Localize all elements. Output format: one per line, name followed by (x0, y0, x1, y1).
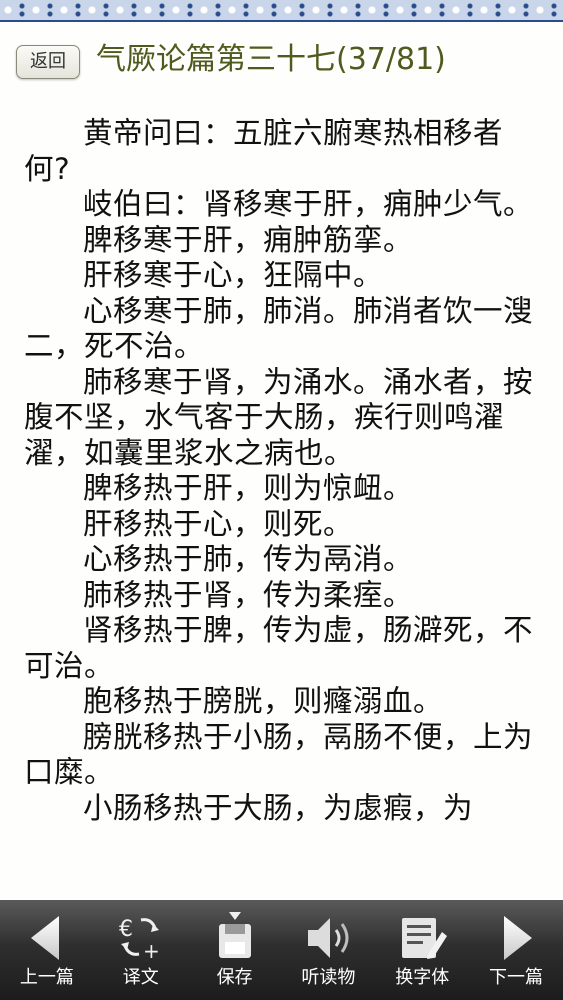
paragraph: 肝移热于心，则死。 (83, 506, 354, 541)
font-edit-icon (402, 918, 448, 959)
page-title: 气厥论篇第三十七(37/81) (96, 42, 446, 77)
change-font-button[interactable]: 换字体 (375, 900, 469, 1000)
translate-icon: € + (119, 917, 160, 963)
prev-article-label: 上一篇 (19, 967, 74, 988)
back-button[interactable]: 返回 (16, 45, 80, 79)
svg-text:+: + (143, 939, 160, 963)
speaker-icon (308, 918, 349, 958)
paragraph: 胞移热于膀胱，则癃溺血。 (83, 684, 444, 718)
article-content[interactable]: 黄帝问曰：五脏六腑寒热相移者何? 岐伯曰：肾移寒于肝，痈肿少气。 脾移寒于肝，痈… (24, 116, 538, 873)
listen-label: 听读物 (301, 967, 356, 988)
paragraph: 肾移热于脾，传为虚，肠澼死，不可治。 (24, 613, 534, 683)
svg-text:€: € (119, 917, 133, 942)
bottom-toolbar: 上一篇 € + 译文 保存 听读物 换字体 下一篇 (0, 900, 563, 1000)
paragraph: 心移热于肺，传为鬲消。 (83, 542, 414, 576)
paragraph: 黄帝问曰：五脏六腑寒热相移者何? (24, 116, 504, 186)
paragraph: 小肠移热于大肠，为虙瘕，为 (83, 790, 474, 825)
paragraph: 脾移热于肝，则为惊衄。 (83, 471, 414, 505)
decorative-banner (0, 0, 563, 22)
translate-button[interactable]: € + 译文 (94, 900, 188, 1000)
listen-button[interactable]: 听读物 (281, 900, 375, 1000)
prev-article-button[interactable]: 上一篇 (0, 900, 94, 1000)
paragraph: 肺移热于肾，传为柔痓。 (83, 577, 414, 612)
paragraph: 肝移寒于心，狂隔中。 (83, 258, 384, 292)
save-label: 保存 (216, 967, 253, 988)
change-font-label: 换字体 (395, 967, 450, 988)
header: 返回 气厥论篇第三十七(37/81) (0, 22, 563, 94)
save-icon (218, 912, 251, 958)
paragraph: 膀胱移热于小肠，鬲肠不便，上为口糜。 (24, 719, 534, 790)
next-article-label: 下一篇 (489, 967, 544, 988)
paragraph: 心移寒于肺，肺消。肺消者饮一溲二，死不治。 (24, 293, 534, 364)
arrow-right-icon (504, 916, 533, 960)
save-button[interactable]: 保存 (188, 900, 282, 1000)
paragraph: 脾移寒于肝，痈肿筋挛。 (83, 222, 414, 257)
paragraph: 岐伯曰：肾移寒于肝，痈肿少气。 (83, 187, 534, 221)
next-article-button[interactable]: 下一篇 (469, 900, 563, 1000)
translate-label: 译文 (122, 967, 159, 988)
paragraph: 肺移寒于肾，为涌水。涌水者，按腹不坚，水气客于大肠，疾行则鸣濯濯，如囊里浆水之病… (24, 364, 534, 470)
arrow-left-icon (30, 916, 59, 960)
